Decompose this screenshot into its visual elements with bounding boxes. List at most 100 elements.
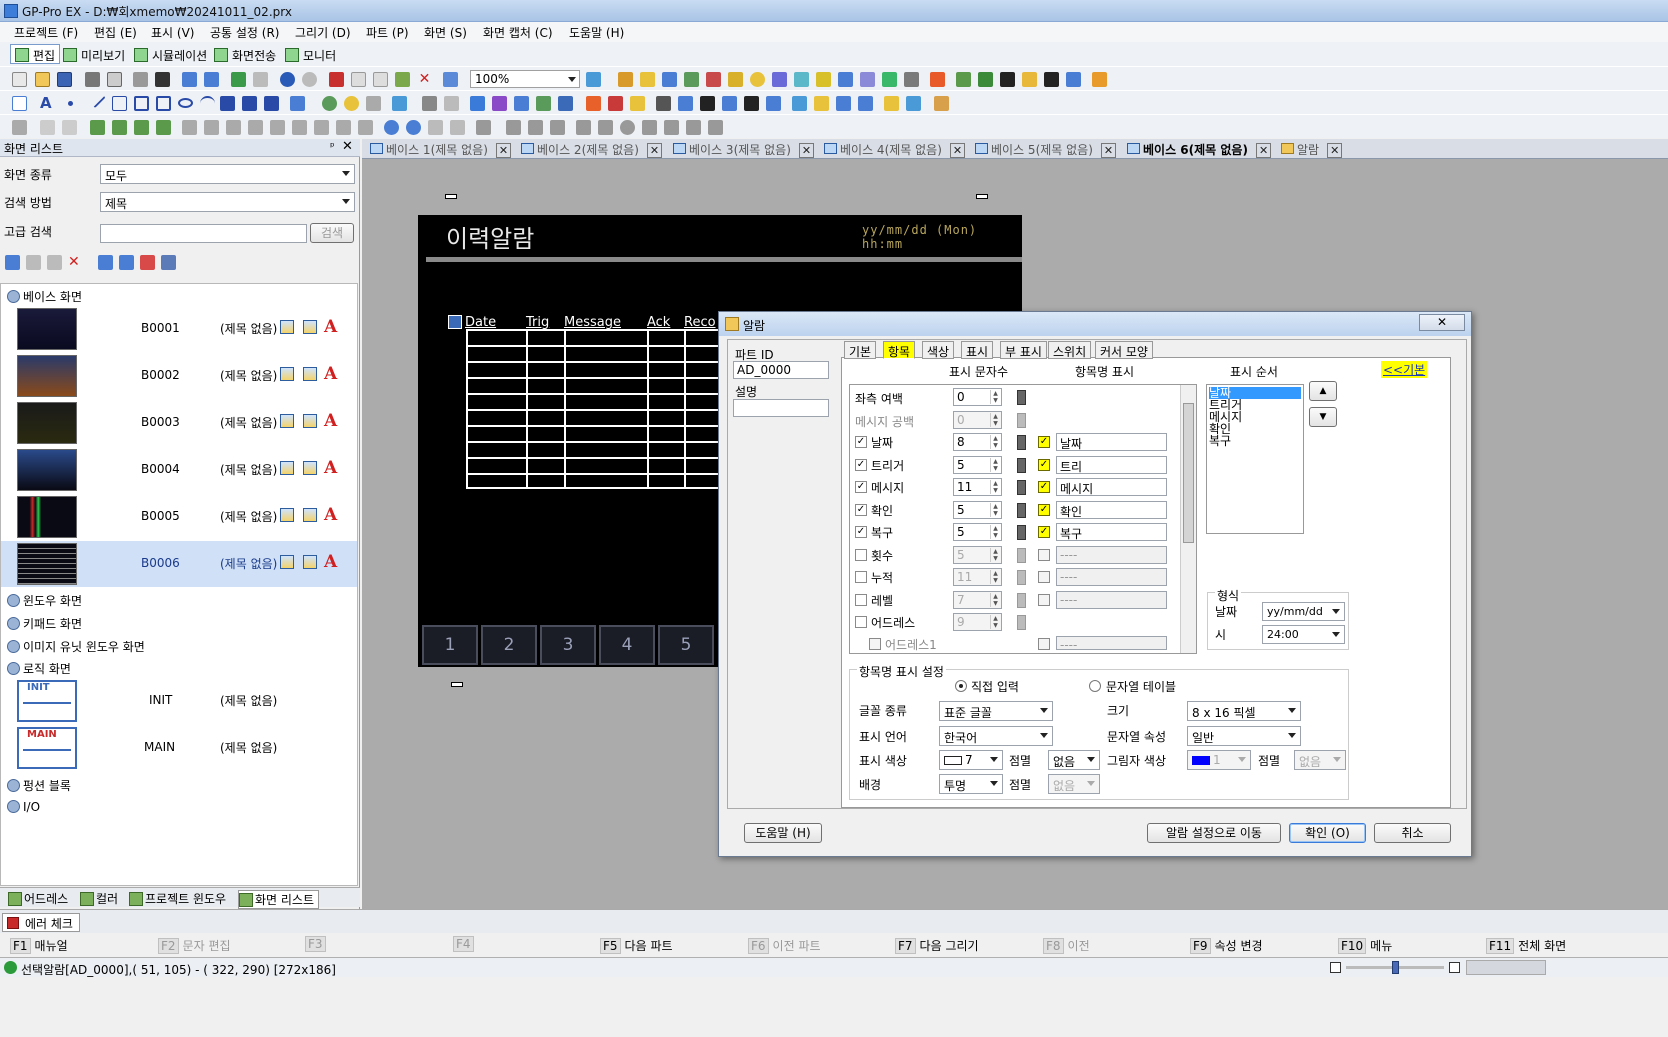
screen-type-select[interactable]: 모두: [100, 164, 355, 184]
sound-icon[interactable]: [816, 72, 831, 87]
move-icon[interactable]: [558, 96, 573, 111]
symbol4-icon[interactable]: [708, 120, 723, 135]
backup-icon[interactable]: [253, 72, 268, 87]
polyline-icon[interactable]: [112, 96, 127, 111]
script-icon[interactable]: [904, 72, 919, 87]
cut-icon[interactable]: [329, 72, 344, 87]
count-name-checkbox[interactable]: [1038, 549, 1050, 561]
tab-color[interactable]: 색상: [922, 341, 955, 359]
time-format-select[interactable]: 24:00: [1262, 625, 1345, 644]
level-chars-spin[interactable]: 7 ▲ ▼: [953, 591, 1002, 609]
flip-h-icon[interactable]: [428, 120, 443, 135]
library-icon[interactable]: [956, 72, 971, 87]
selection-handle[interactable]: [976, 194, 988, 199]
paste-icon[interactable]: [373, 72, 388, 87]
text-display-icon[interactable]: [836, 96, 851, 111]
date-checkbox[interactable]: ✓: [855, 436, 867, 448]
doc-tab-base3[interactable]: 베이스 3(제목 없음) ✕: [671, 141, 815, 158]
text-a-icon[interactable]: A: [324, 364, 337, 384]
keypad-icon[interactable]: [1017, 615, 1026, 630]
mode-transfer-button[interactable]: 화면전송: [209, 44, 281, 64]
transfer-tool-icon[interactable]: [231, 72, 246, 87]
line-icon[interactable]: [89, 91, 106, 109]
zoom-out-icon[interactable]: [1330, 962, 1341, 973]
snap-icon[interactable]: [550, 120, 565, 135]
level-checkbox[interactable]: [855, 594, 867, 606]
window-display-icon[interactable]: [656, 96, 671, 111]
export-icon[interactable]: [98, 255, 113, 270]
address1-name-input[interactable]: ----: [1056, 636, 1167, 652]
display-language-select[interactable]: 한국어: [939, 726, 1053, 746]
symbol2-icon[interactable]: [664, 120, 679, 135]
screen-open-icon[interactable]: [204, 72, 219, 87]
screen-row-b0002[interactable]: B0002 (제목 없음) A: [1, 353, 357, 399]
hand-icon[interactable]: [884, 96, 899, 111]
tab-display[interactable]: 표시: [961, 341, 994, 359]
screen-capture-icon[interactable]: [766, 96, 781, 111]
pencil-tool-icon[interactable]: [934, 96, 949, 111]
menu-screen[interactable]: 화면 (S): [424, 24, 467, 41]
fkey-f2[interactable]: F2 문자 편집: [158, 937, 231, 954]
tab-color[interactable]: 컬러: [80, 890, 118, 907]
screen-attr-icon[interactable]: [280, 320, 294, 334]
menu-help[interactable]: 도움말 (H): [569, 24, 624, 41]
grid-icon[interactable]: [290, 96, 305, 111]
message-name-input[interactable]: 메시지: [1056, 478, 1167, 496]
movie-icon[interactable]: [744, 96, 759, 111]
ellipse-icon[interactable]: [178, 98, 193, 108]
recipe-list-icon[interactable]: [858, 96, 873, 111]
menu-edit[interactable]: 편집 (E): [94, 24, 137, 41]
pen-icon[interactable]: [444, 96, 459, 111]
scrollbar-thumb[interactable]: [1183, 403, 1194, 543]
pin-icon[interactable]: ᵖ: [330, 140, 335, 153]
text-a-icon[interactable]: A: [324, 317, 337, 337]
keypad-icon[interactable]: [1017, 480, 1026, 495]
fkey-f8[interactable]: F8 이전: [1043, 937, 1090, 954]
recover-checkbox[interactable]: ✓: [855, 526, 867, 538]
display-color-select[interactable]: 7: [939, 750, 1003, 770]
address1-name-checkbox[interactable]: [1038, 638, 1050, 650]
screen-row-b0004[interactable]: B0004 (제목 없음) A: [1, 447, 357, 493]
picture-display-icon[interactable]: [722, 96, 737, 111]
screen-color-icon[interactable]: [303, 461, 317, 475]
direct-input-radio[interactable]: [955, 680, 967, 692]
recipe-icon[interactable]: [838, 72, 853, 87]
keypad-icon[interactable]: [1017, 413, 1026, 428]
address-chars-spin[interactable]: 9 ▲ ▼: [953, 613, 1002, 631]
align-top-icon[interactable]: [248, 120, 263, 135]
mode-preview-button[interactable]: 미리보기: [58, 44, 130, 64]
zoom-slider-thumb[interactable]: [1392, 961, 1399, 974]
tab-cursor-shape[interactable]: 커서 모양: [1095, 341, 1153, 359]
doc-tab-base4[interactable]: 베이스 4(제목 없음) ✕: [822, 141, 966, 158]
message-name-checkbox[interactable]: ✓: [1038, 481, 1050, 493]
background-select[interactable]: 투명: [939, 774, 1003, 794]
keypad-icon[interactable]: [1017, 390, 1026, 405]
count-checkbox[interactable]: [855, 549, 867, 561]
date-name-input[interactable]: 날짜: [1056, 433, 1167, 451]
image-icon[interactable]: [930, 72, 945, 87]
text-a-icon[interactable]: A: [324, 458, 337, 478]
date-chars-spin[interactable]: 8 ▲ ▼: [953, 433, 1002, 451]
new-icon[interactable]: [12, 72, 27, 87]
fkey-f9[interactable]: F9 속성 변경: [1190, 937, 1263, 954]
print-icon[interactable]: [85, 72, 100, 87]
bg-blink-select[interactable]: 없음: [1048, 774, 1100, 794]
graph-icon[interactable]: [684, 72, 699, 87]
selection-handle[interactable]: [451, 682, 463, 687]
cancel-button[interactable]: 취소: [1374, 823, 1451, 843]
selection-handle[interactable]: [445, 194, 457, 199]
screen-new-icon[interactable]: [182, 72, 197, 87]
order-list[interactable]: 날짜 트리거 메시지 확인 복구: [1206, 384, 1304, 534]
screen-color-icon[interactable]: [303, 367, 317, 381]
align-bottom-icon[interactable]: [292, 120, 307, 135]
alarm-icon[interactable]: [706, 72, 721, 87]
search-input[interactable]: [100, 224, 307, 243]
tree-logic-screens[interactable]: 로직 화면: [7, 660, 71, 677]
monitor-tool-icon[interactable]: [1066, 72, 1081, 87]
import-icon[interactable]: [119, 255, 134, 270]
logic-row-init[interactable]: INIT INIT (제목 없음): [1, 678, 357, 724]
sample-icon[interactable]: [630, 96, 645, 111]
text-a-icon[interactable]: A: [324, 505, 337, 525]
lamp-icon[interactable]: [640, 72, 655, 87]
dot-icon[interactable]: [68, 101, 73, 106]
